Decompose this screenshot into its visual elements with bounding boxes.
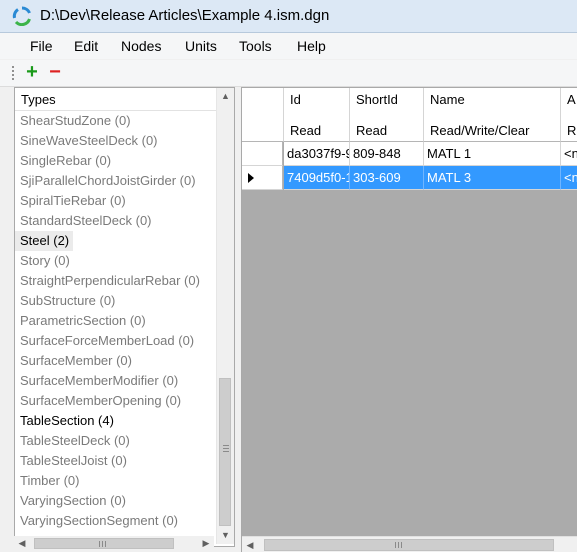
type-item[interactable]: SurfaceMember (0) — [15, 351, 215, 371]
thumb-grip-icon — [223, 445, 229, 452]
thumb-grip-icon — [99, 541, 106, 547]
menu-edit[interactable]: Edit — [74, 38, 98, 54]
toolbar: + − — [0, 60, 577, 87]
scroll-thumb-horizontal[interactable] — [34, 538, 174, 549]
column-access: Read/Write/Clear — [430, 123, 530, 138]
cell-name[interactable]: MATL 1 — [424, 142, 561, 166]
type-item[interactable]: TableSteelJoist (0) — [15, 451, 215, 471]
cell-a[interactable]: <n — [561, 142, 577, 166]
cell-id[interactable]: 7409d5f0-1 — [284, 166, 350, 190]
scroll-right-arrow-icon[interactable]: ▶ — [200, 536, 212, 551]
type-item[interactable]: SurfaceMemberOpening (0) — [15, 391, 215, 411]
type-item[interactable]: VaryingSection (0) — [15, 491, 215, 511]
type-item[interactable]: SubStructure (0) — [15, 291, 215, 311]
cell-a[interactable]: <n — [561, 166, 577, 190]
menu-bar: File Edit Nodes Units Tools Help — [0, 33, 577, 59]
column-header-a[interactable]: A R — [561, 88, 577, 142]
cell-name[interactable]: MATL 3 — [424, 166, 561, 190]
types-header: Types — [15, 88, 216, 111]
type-item[interactable]: SpiralTieRebar (0) — [15, 191, 215, 211]
menu-units[interactable]: Units — [185, 38, 217, 54]
column-name: Id — [290, 92, 301, 107]
column-header-shortid[interactable]: ShortId Read — [350, 88, 424, 142]
type-item[interactable]: StandardSteelDeck (0) — [15, 211, 215, 231]
type-item[interactable]: StraightPerpendicularRebar (0) — [15, 271, 215, 291]
column-name: Name — [430, 92, 465, 107]
scroll-left-arrow-icon[interactable]: ◀ — [16, 536, 28, 551]
type-item[interactable]: TableSteelDeck (0) — [15, 431, 215, 451]
column-name: A — [567, 92, 576, 107]
column-header-name[interactable]: Name Read/Write/Clear — [424, 88, 561, 142]
cell-id[interactable]: da3037f9-9 — [284, 142, 350, 166]
window-title: D:\Dev\Release Articles\Example 4.ism.dg… — [40, 7, 330, 24]
row-header[interactable] — [242, 142, 283, 166]
grid-corner-header[interactable] — [242, 88, 284, 142]
scroll-thumb-horizontal[interactable] — [264, 539, 554, 551]
type-item[interactable]: SurfaceForceMemberLoad (0) — [15, 331, 215, 351]
thumb-grip-icon — [395, 542, 402, 548]
scroll-down-arrow-icon[interactable]: ▼ — [217, 527, 234, 544]
scroll-thumb[interactable] — [219, 378, 231, 526]
table-row-selected[interactable]: 7409d5f0-1 303-609 MATL 3 <n — [242, 166, 577, 190]
types-list: ShearStudZone (0) SineWaveSteelDeck (0) … — [15, 111, 215, 531]
menu-nodes[interactable]: Nodes — [121, 38, 161, 54]
menu-help[interactable]: Help — [297, 38, 326, 54]
row-header[interactable] — [242, 166, 283, 190]
toolbar-grip-icon[interactable] — [12, 65, 14, 81]
type-item-selected[interactable]: Steel (2) — [15, 231, 74, 251]
menu-file[interactable]: File — [30, 38, 53, 54]
table-row[interactable]: da3037f9-9 809-848 MATL 1 <n — [242, 142, 577, 166]
type-item[interactable]: Story (0) — [15, 251, 215, 271]
type-item[interactable]: ShearStudZone (0) — [15, 111, 215, 131]
type-item[interactable]: SurfaceMemberModifier (0) — [15, 371, 215, 391]
type-item[interactable]: SineWaveSteelDeck (0) — [15, 131, 215, 151]
refresh-cycle-icon — [12, 6, 31, 26]
cell-shortid[interactable]: 809-848 — [350, 142, 424, 166]
scroll-up-arrow-icon[interactable]: ▲ — [217, 88, 234, 105]
types-header-label: Types — [21, 92, 56, 107]
remove-button[interactable]: − — [45, 62, 65, 82]
grid-horizontal-scrollbar[interactable]: ◀ — [242, 536, 577, 552]
menu-tools[interactable]: Tools — [239, 38, 272, 54]
cell-shortid[interactable]: 303-609 — [350, 166, 424, 190]
scroll-left-arrow-icon[interactable]: ◀ — [244, 537, 256, 552]
minus-icon: − — [49, 61, 61, 83]
type-item[interactable]: ParametricSection (0) — [15, 311, 215, 331]
type-item[interactable]: SjiParallelChordJoistGirder (0) — [15, 171, 215, 191]
column-header-id[interactable]: Id Read — [284, 88, 350, 142]
type-item[interactable]: TableSection (4) — [15, 411, 215, 431]
type-item[interactable]: VaryingSectionSegment (0) — [15, 511, 215, 531]
current-row-arrow-icon — [248, 173, 254, 183]
types-panel: Types ShearStudZone (0) SineWaveSteelDec… — [14, 87, 235, 547]
data-grid: Id Read ShortId Read Name Read/Write/Cle… — [241, 87, 577, 552]
column-access: Read — [290, 123, 322, 138]
column-name: ShortId — [356, 92, 398, 107]
type-item[interactable]: Timber (0) — [15, 471, 215, 491]
type-item[interactable]: SingleRebar (0) — [15, 151, 215, 171]
column-access: R — [567, 123, 577, 138]
add-button[interactable]: + — [22, 62, 42, 82]
types-horizontal-scrollbar[interactable]: ◀ ▶ — [14, 536, 214, 551]
plus-icon: + — [26, 61, 38, 83]
types-vertical-scrollbar[interactable]: ▲ ▼ — [216, 88, 234, 544]
title-bar: D:\Dev\Release Articles\Example 4.ism.dg… — [0, 0, 577, 33]
column-access: Read — [356, 123, 388, 138]
